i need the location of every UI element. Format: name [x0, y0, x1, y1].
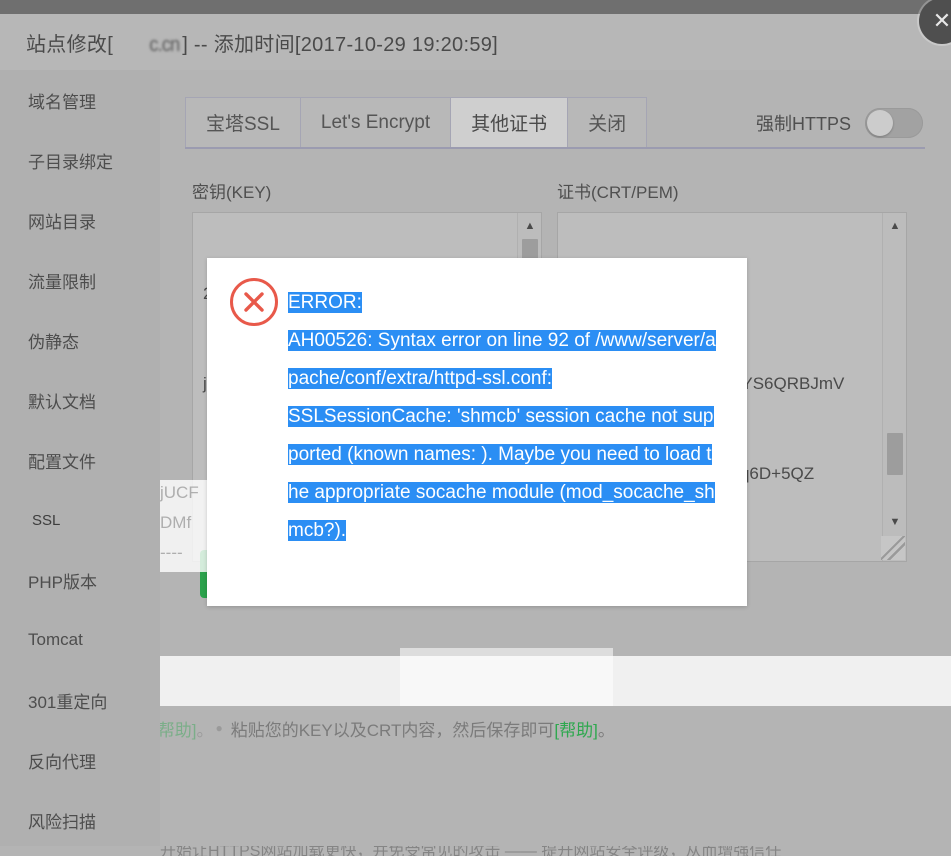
sidebar-item-label: PHP版本: [28, 572, 97, 592]
hint-period: 。: [597, 720, 615, 740]
screen-top-strip: [0, 0, 951, 14]
crt-field-label: 证书(CRT/PEM): [557, 183, 679, 202]
page-title-prefix: 站点修改[: [26, 33, 114, 56]
force-https-toggle[interactable]: [865, 108, 923, 138]
error-dialog: ERROR: AH00526: Syntax error on line 92 …: [207, 258, 747, 606]
tab-label: 宝塔SSL: [206, 114, 280, 135]
sidebar-item-domain-management[interactable]: 域名管理: [0, 70, 160, 130]
sidebar-item-label: 网站目录: [28, 212, 96, 232]
scroll-up-icon[interactable]: ▲: [883, 215, 906, 237]
sidebar-item-subdirectory-binding[interactable]: 子目录绑定: [0, 130, 160, 190]
sidebar-item-label: 子目录绑定: [28, 152, 113, 172]
error-dialog-message[interactable]: ERROR: AH00526: Syntax error on line 92 …: [288, 284, 717, 550]
site-sidebar: 域名管理 子目录绑定 网站目录 流量限制 伪静态 默认文档 配置文件 SSL P…: [0, 70, 160, 846]
error-x-icon: [230, 278, 278, 326]
sidebar-item-risk-scan[interactable]: 风险扫描: [0, 790, 160, 850]
page-title: 站点修改[ c.cn] -- 添加时间[2017-10-29 19:20:59]: [26, 28, 498, 57]
scrollbar-thumb[interactable]: [887, 433, 903, 475]
force-https-label: 强制HTTPS: [755, 114, 851, 134]
force-https-control: 强制HTTPS: [756, 108, 923, 138]
sidebar-item-label: 风险扫描: [28, 812, 96, 832]
tab-other-certificate[interactable]: 其他证书: [450, 97, 569, 147]
app-root: 站点修改[ c.cn] -- 添加时间[2017-10-29 19:20:59]…: [0, 0, 951, 856]
scroll-up-icon[interactable]: ▲: [518, 215, 541, 237]
error-line-2: SSLSessionCache: 'shmcb' session cache n…: [288, 406, 715, 541]
tab-label: 其他证书: [471, 114, 548, 135]
sidebar-item-label: Tomcat: [28, 630, 83, 649]
key-field-label: 密钥(KEY): [192, 183, 272, 202]
footer-cut-text: 开始让HTTPS网站加载更快，并免受常见的攻击 —— 提升网站安全评级，从而增强…: [160, 846, 951, 856]
tab-baota-ssl[interactable]: 宝塔SSL: [185, 97, 301, 147]
sidebar-item-label: 流量限制: [28, 272, 96, 292]
page-title-domain-redacted: c.cn: [115, 33, 180, 56]
hint-help-link[interactable]: [帮助]: [554, 716, 597, 741]
error-line-1: AH00526: Syntax error on line 92 of /www…: [288, 330, 716, 389]
sidebar-item-ssl[interactable]: SSL: [0, 490, 160, 550]
sidebar-item-php-version[interactable]: PHP版本: [0, 550, 160, 610]
tab-lets-encrypt[interactable]: Let's Encrypt: [299, 97, 452, 147]
sidebar-item-label: 域名管理: [28, 92, 96, 112]
sidebar-item-tomcat[interactable]: Tomcat: [0, 610, 160, 670]
scroll-down-icon[interactable]: ▼: [883, 511, 906, 533]
sidebar-item-traffic-limit[interactable]: 流量限制: [0, 250, 160, 310]
crt-resize-grip[interactable]: [881, 536, 905, 560]
sidebar-item-label: 301重定向: [28, 692, 108, 712]
sidebar-item-config-file[interactable]: 配置文件: [0, 430, 160, 490]
sidebar-item-label: SSL: [32, 511, 61, 529]
footer-cut-label: 开始让HTTPS网站加载更快，并免受常见的攻击 —— 提升网站安全评级，从而增强…: [160, 846, 782, 856]
toggle-knob: [867, 110, 893, 136]
tab-label: 关闭: [588, 114, 627, 135]
sidebar-item-rewrite[interactable]: 伪静态: [0, 310, 160, 370]
sidebar-item-website-directory[interactable]: 网站目录: [0, 190, 160, 250]
page-title-suffix: ] -- 添加时间[2017-10-29 19:20:59]: [182, 33, 499, 56]
error-line-0: ERROR:: [288, 292, 362, 313]
sidebar-item-label: 配置文件: [28, 452, 96, 472]
sidebar-item-label: 默认文档: [28, 392, 96, 412]
close-glyph: ✕: [932, 8, 951, 33]
crt-scrollbar[interactable]: ▲ ▼: [882, 213, 906, 561]
sidebar-item-default-document[interactable]: 默认文档: [0, 370, 160, 430]
window-titlebar: 站点修改[ c.cn] -- 添加时间[2017-10-29 19:20:59]…: [0, 0, 951, 70]
sidebar-item-label: 反向代理: [28, 752, 96, 772]
hint-ghost-period: 。: [196, 720, 214, 740]
close-icon[interactable]: ✕: [919, 0, 951, 44]
sidebar-item-reverse-proxy[interactable]: 反向代理: [0, 730, 160, 790]
sidebar-item-301-redirect[interactable]: 301重定向: [0, 670, 160, 730]
tab-label: Let's Encrypt: [320, 111, 431, 133]
tab-close-ssl[interactable]: 关闭: [567, 97, 648, 147]
hint-bullet-icon: ●: [215, 721, 223, 735]
hint-text: 粘贴您的KEY以及CRT内容，然后保存即可: [230, 720, 555, 740]
sidebar-item-label: 伪静态: [28, 332, 79, 352]
